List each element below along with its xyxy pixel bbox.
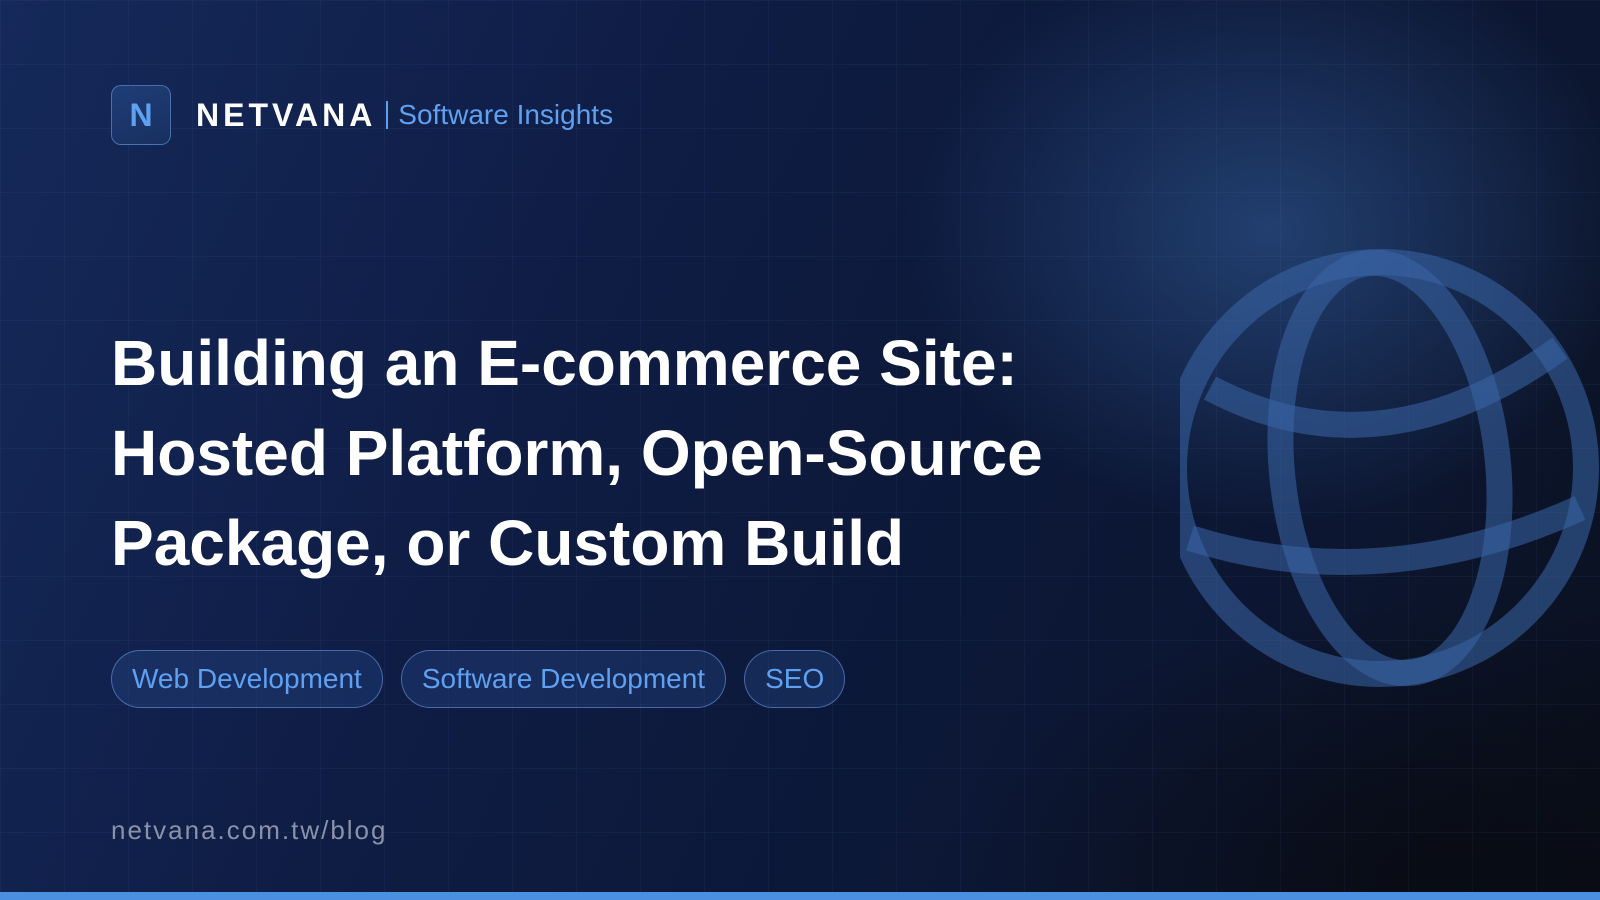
- accent-bar: [0, 892, 1600, 900]
- brand-logo-letter: N: [129, 96, 153, 133]
- globe-icon: [1180, 249, 1599, 687]
- post-title-line-1: Building an E-commerce Site:: [111, 327, 1018, 399]
- brand-tagline: Software Insights: [398, 99, 614, 130]
- brand-name: NETVANA: [196, 96, 377, 133]
- brand-header: N NETVANA Software Insights: [111, 84, 613, 146]
- post-title-line-2: Hosted Platform, Open-Source: [111, 417, 1043, 489]
- site-url: netvana.com.tw/blog: [111, 815, 388, 845]
- tag-software-development[interactable]: Software Development: [400, 650, 727, 708]
- post-title-line-3: Package, or Custom Build: [111, 507, 905, 579]
- brand-logo: N: [111, 85, 171, 145]
- tag-seo[interactable]: SEO: [744, 650, 846, 708]
- post-title: Building an E-commerce Site: Hosted Plat…: [111, 318, 1131, 588]
- blog-cover: N NETVANA Software Insights Building an …: [0, 0, 1600, 900]
- tag-web-development[interactable]: Web Development: [111, 650, 383, 708]
- tag-list: Web Development Software Development SEO: [111, 650, 846, 708]
- brand-divider: [386, 101, 389, 129]
